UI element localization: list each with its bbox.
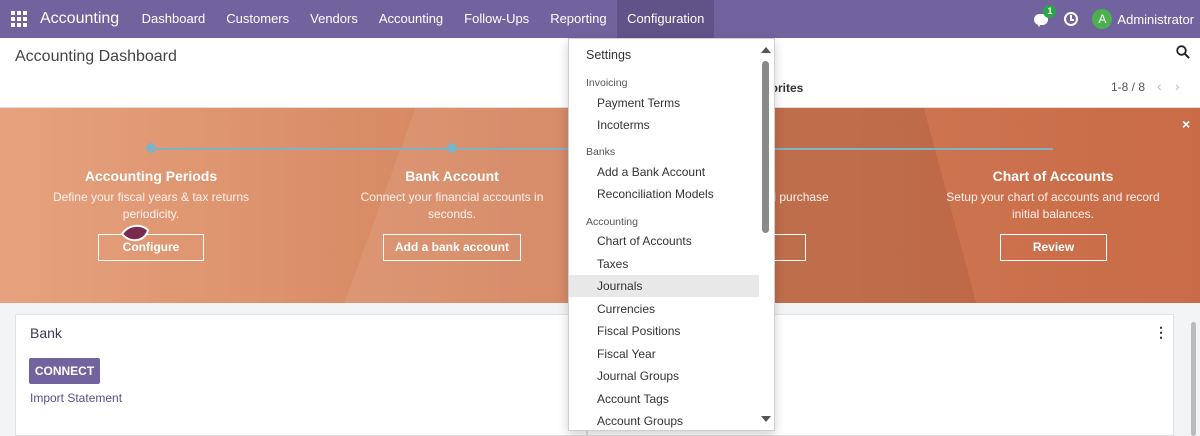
avatar: A — [1092, 9, 1113, 29]
scroll-up-icon[interactable] — [761, 47, 771, 53]
page-title: Accounting Dashboard — [15, 48, 177, 65]
section-header-banks: Banks — [586, 146, 616, 158]
scroll-down-icon[interactable] — [761, 416, 771, 422]
top-navbar: Accounting Dashboard Customers Vendors A… — [0, 0, 1200, 38]
add-bank-account-button[interactable]: Add a bank account — [383, 234, 521, 261]
chevron-right-icon[interactable]: › — [1175, 78, 1180, 94]
menu-item-add-bank-account[interactable]: Add a Bank Account — [569, 161, 759, 183]
menu-customers[interactable]: Customers — [216, 0, 300, 38]
pager-value[interactable]: 1-8 / 8 — [1111, 80, 1145, 94]
chat-icon[interactable]: 1 — [1034, 5, 1057, 27]
menu-item-reconciliation-models[interactable]: Reconciliation Models — [569, 183, 759, 205]
menu-item-fiscal-positions[interactable]: Fiscal Positions — [569, 320, 759, 342]
chevron-left-icon[interactable]: ‹ — [1157, 78, 1162, 94]
progress-line — [770, 148, 1053, 150]
user-menu[interactable]: A Administrator — [1092, 9, 1194, 29]
step-bank-account: Bank Account Connect your financial acco… — [347, 168, 557, 223]
menu-item-settings[interactable]: Settings — [569, 44, 759, 66]
menu-item-account-groups[interactable]: Account Groups — [569, 410, 759, 430]
step-description: Connect your financial accounts in secon… — [360, 190, 544, 221]
step-accounting-periods: Accounting Periods Define your fiscal ye… — [46, 168, 256, 223]
section-header-invoicing: Invoicing — [586, 77, 628, 89]
connect-button[interactable]: CONNECT — [29, 358, 100, 384]
menu-accounting[interactable]: Accounting — [368, 0, 453, 38]
navbar-systray: 1 A Administrator — [1034, 0, 1194, 38]
more-options-icon[interactable]: ⋮ — [1154, 324, 1168, 341]
progress-dot — [146, 143, 156, 153]
menu-item-taxes[interactable]: Taxes — [569, 253, 759, 275]
card-title[interactable]: Bank — [30, 325, 62, 341]
step-description: Define your fiscal years & tax returns p… — [52, 190, 250, 221]
menu-reporting[interactable]: Reporting — [540, 0, 617, 38]
section-header-accounting: Accounting — [586, 216, 638, 228]
menu-item-journals[interactable]: Journals — [569, 275, 759, 297]
apps-menu-icon[interactable] — [0, 0, 38, 38]
configuration-dropdown: Settings Invoicing Payment Terms Incoter… — [568, 38, 775, 431]
review-button[interactable]: Review — [1000, 234, 1107, 261]
menu-item-chart-of-accounts[interactable]: Chart of Accounts — [569, 230, 759, 252]
menu-item-journal-groups[interactable]: Journal Groups — [569, 365, 759, 387]
bank-journal-card: Bank CONNECT Import Statement — [15, 314, 587, 436]
menu-item-currencies[interactable]: Currencies — [569, 298, 759, 320]
close-icon[interactable]: × — [1182, 116, 1190, 132]
import-statement-link[interactable]: Import Statement — [30, 391, 122, 405]
user-name: Administrator — [1117, 11, 1194, 27]
menu-item-incoterms[interactable]: Incoterms — [569, 114, 759, 136]
page-scrollbar[interactable] — [1190, 312, 1198, 436]
cursor-icon — [120, 224, 150, 242]
menu-follow-ups[interactable]: Follow-Ups — [454, 0, 540, 38]
menu-item-account-tags[interactable]: Account Tags — [569, 388, 759, 410]
step-chart-of-accounts: Chart of Accounts Setup your chart of ac… — [943, 168, 1163, 223]
step-title: Bank Account — [405, 168, 499, 184]
step-title: Accounting Periods — [84, 168, 218, 184]
progress-line — [150, 148, 570, 150]
step-title: Chart of Accounts — [992, 168, 1114, 184]
menu-item-payment-terms[interactable]: Payment Terms — [569, 92, 759, 114]
app-name[interactable]: Accounting — [40, 10, 119, 28]
menu-item-fiscal-year[interactable]: Fiscal Year — [569, 343, 759, 365]
configure-button[interactable]: Configure — [98, 234, 204, 261]
menu-configuration[interactable]: Configuration — [617, 0, 715, 38]
chat-badge: 1 — [1043, 5, 1057, 18]
menu-vendors[interactable]: Vendors — [300, 0, 369, 38]
menu-dashboard[interactable]: Dashboard — [131, 0, 216, 38]
progress-dot — [447, 143, 457, 153]
search-icon[interactable] — [1176, 45, 1190, 59]
step-description: Setup your chart of accounts and record … — [946, 190, 1160, 221]
dropdown-scroll-thumb[interactable] — [762, 61, 769, 233]
clock-icon[interactable] — [1064, 12, 1079, 26]
